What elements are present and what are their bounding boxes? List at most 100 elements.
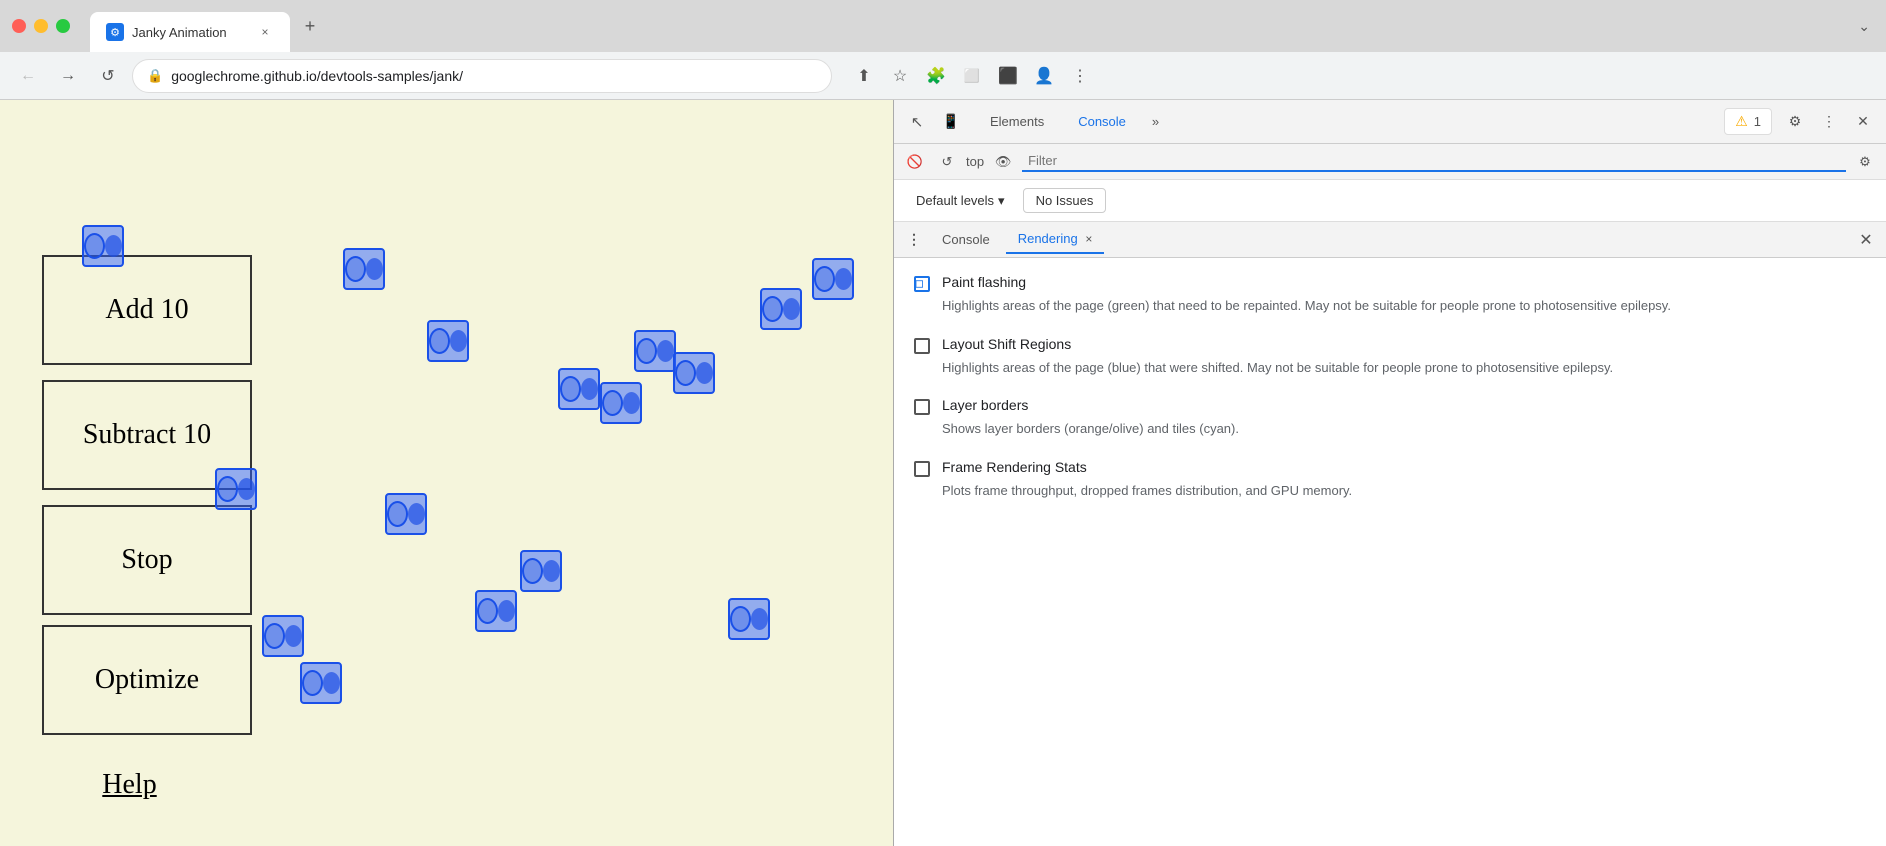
tab-close-button[interactable]: × (256, 23, 274, 41)
reload-button[interactable]: ↺ (92, 60, 124, 92)
toolbar-actions: ⬆ ☆ 🧩 ⬜ ⬛ 👤 ⋮ (848, 60, 1096, 92)
layout-shift-option: Layout Shift Regions Highlights areas of… (914, 336, 1866, 378)
forward-icon: → (60, 67, 76, 85)
more-options-button[interactable]: ⋮ (1814, 107, 1844, 137)
page-content: Add 10 Subtract 10 Stop Optimize Help (0, 100, 893, 846)
tab-rendering[interactable]: Rendering × (1006, 225, 1105, 254)
animated-square (760, 288, 802, 330)
traffic-lights (12, 19, 70, 33)
optimize-button[interactable]: Optimize (42, 625, 252, 735)
settings-button[interactable]: ⚙ (1780, 107, 1810, 137)
back-button[interactable]: ← (12, 60, 44, 92)
tab-bar: Janky Animation × + (90, 0, 1846, 52)
paint-flashing-checkbox[interactable] (914, 276, 930, 292)
bookmark-button[interactable]: ☆ (884, 60, 916, 92)
paint-flashing-title: Paint flashing (942, 274, 1026, 290)
frame-rendering-title: Frame Rendering Stats (942, 459, 1087, 475)
layout-shift-header: Layout Shift Regions (914, 336, 1866, 354)
close-icon: ✕ (1857, 113, 1869, 130)
more-button[interactable]: ⋮ (1064, 60, 1096, 92)
rendering-more-button[interactable]: ⋮ (902, 228, 926, 252)
toolbar: ← → ↺ 🔒 googlechrome.github.io/devtools-… (0, 52, 1886, 100)
main-area: Add 10 Subtract 10 Stop Optimize Help (0, 100, 1886, 846)
animated-square (600, 382, 642, 424)
profile-button[interactable]: 👤 (1028, 60, 1060, 92)
address-bar[interactable]: 🔒 googlechrome.github.io/devtools-sample… (132, 59, 832, 93)
frame-rendering-desc: Plots frame throughput, dropped frames d… (942, 481, 1866, 501)
animated-square (300, 662, 342, 704)
paint-flashing-option: Paint flashing Highlights areas of the p… (914, 274, 1866, 316)
no-issues-button[interactable]: No Issues (1023, 188, 1107, 213)
levels-bar: Default levels ▾ No Issues (894, 180, 1886, 222)
more-tabs-button[interactable]: » (1144, 110, 1167, 133)
frame-rendering-checkbox[interactable] (914, 461, 930, 477)
reload-console-button[interactable]: ↺ (934, 149, 960, 175)
close-rendering-panel[interactable]: ✕ (1854, 228, 1878, 252)
default-levels-button[interactable]: Default levels ▾ (906, 189, 1015, 213)
share-button[interactable]: ⬆ (848, 60, 880, 92)
sidebar-toggle-button[interactable]: ⬛ (992, 60, 1024, 92)
filter-input[interactable] (1022, 151, 1846, 172)
animated-square (262, 615, 304, 657)
layer-borders-checkbox[interactable] (914, 399, 930, 415)
layer-borders-option: Layer borders Shows layer borders (orang… (914, 397, 1866, 439)
devtools-panel: ↖ 📱 Elements Console » ⚠ 1 ⚙ (893, 100, 1886, 846)
chevron-down-icon[interactable]: ⌄ (1854, 14, 1874, 39)
layer-borders-title: Layer borders (942, 397, 1028, 413)
help-button[interactable]: Help (42, 745, 217, 825)
close-traffic-light[interactable] (12, 19, 26, 33)
forward-button[interactable]: → (52, 60, 84, 92)
active-tab[interactable]: Janky Animation × (90, 12, 290, 52)
gear-icon: ⚙ (1789, 113, 1802, 130)
animated-square (385, 493, 427, 535)
tab-elements[interactable]: Elements (974, 108, 1060, 135)
filter-settings-button[interactable]: ⚙ (1852, 149, 1878, 175)
devtools-header: ↖ 📱 Elements Console » ⚠ 1 ⚙ (894, 100, 1886, 144)
cast-button[interactable]: ⬜ (956, 60, 988, 92)
title-bar-right: ⌄ (1854, 14, 1874, 39)
animated-square (812, 258, 854, 300)
minimize-traffic-light[interactable] (34, 19, 48, 33)
stop-button[interactable]: Stop (42, 505, 252, 615)
warning-icon: ⚠ (1735, 113, 1748, 130)
url-text: googlechrome.github.io/devtools-samples/… (171, 68, 817, 84)
device-icon: 📱 (942, 113, 959, 130)
browser-window: Janky Animation × + ⌄ ← → ↺ 🔒 googlechro… (0, 0, 1886, 846)
clear-console-button[interactable]: 🚫 (902, 149, 928, 175)
close-devtools-button[interactable]: ✕ (1848, 107, 1878, 137)
warning-badge[interactable]: ⚠ 1 (1724, 108, 1772, 135)
maximize-traffic-light[interactable] (56, 19, 70, 33)
tab-title: Janky Animation (132, 25, 248, 40)
rendering-tab-close[interactable]: × (1085, 232, 1092, 246)
device-toggle-button[interactable]: 📱 (936, 107, 966, 137)
levels-chevron: ▾ (998, 193, 1005, 209)
eye-button[interactable]: 👁 (990, 149, 1016, 175)
animated-square (728, 598, 770, 640)
animated-square (558, 368, 600, 410)
rendering-content: Paint flashing Highlights areas of the p… (894, 258, 1886, 846)
layout-shift-desc: Highlights areas of the page (blue) that… (942, 358, 1866, 378)
rendering-tab-bar: ⋮ Console Rendering × ✕ (894, 222, 1886, 258)
more-icon: ⋮ (1822, 113, 1836, 130)
frame-rendering-option: Frame Rendering Stats Plots frame throug… (914, 459, 1866, 501)
devtools-tabs: Elements Console » (974, 108, 1720, 135)
animated-square (215, 468, 257, 510)
frame-rendering-header: Frame Rendering Stats (914, 459, 1866, 477)
reload-icon: ↺ (101, 66, 114, 86)
new-tab-button[interactable]: + (294, 10, 326, 42)
context-selector[interactable]: top (966, 154, 984, 169)
extension-button[interactable]: 🧩 (920, 60, 952, 92)
paint-flashing-header: Paint flashing (914, 274, 1866, 292)
tab-console[interactable]: Console (1062, 108, 1142, 135)
back-icon: ← (20, 67, 36, 85)
animated-square (427, 320, 469, 362)
add-10-button[interactable]: Add 10 (42, 255, 252, 365)
animated-square (673, 352, 715, 394)
tab-console-rendering[interactable]: Console (930, 226, 1002, 253)
layout-shift-checkbox[interactable] (914, 338, 930, 354)
tab-favicon (106, 23, 124, 41)
inspect-element-button[interactable]: ↖ (902, 107, 932, 137)
layout-shift-title: Layout Shift Regions (942, 336, 1071, 352)
animated-square (82, 225, 124, 267)
filter-bar: 🚫 ↺ top 👁 ⚙ (894, 144, 1886, 180)
